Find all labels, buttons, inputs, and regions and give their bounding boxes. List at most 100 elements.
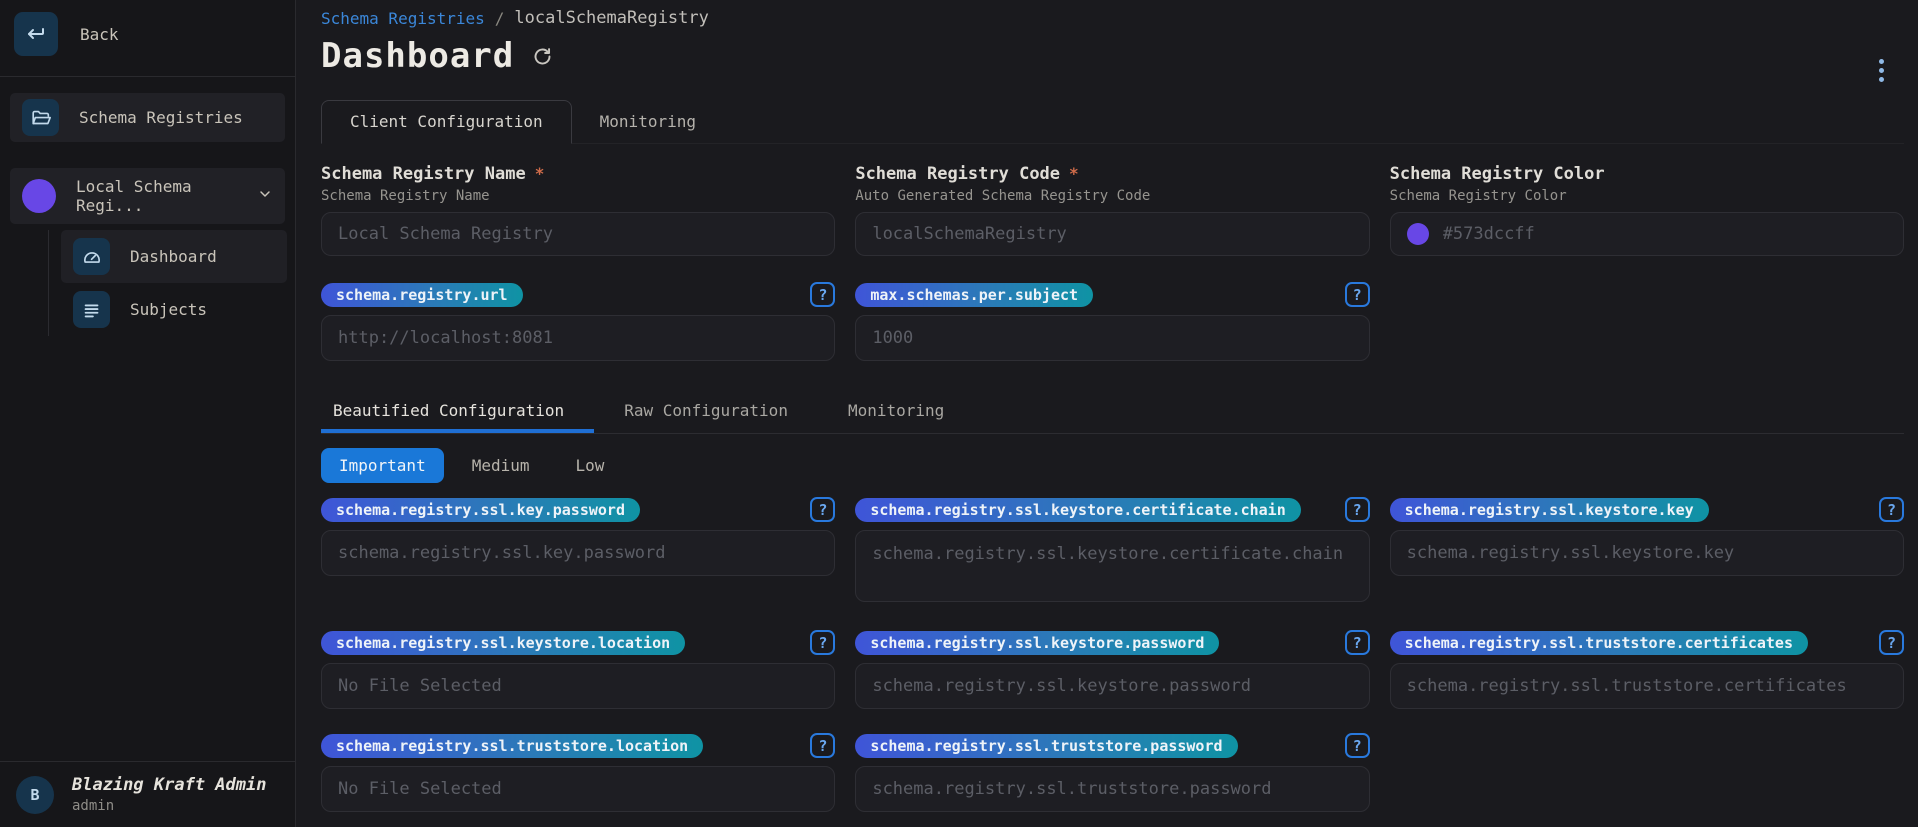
field-label: Schema Registry Name <box>321 164 526 184</box>
ssl-keystore-password-input[interactable] <box>872 676 1353 696</box>
help-icon[interactable]: ? <box>1344 497 1370 522</box>
sidebar-item-subjects[interactable]: Subjects <box>61 283 287 336</box>
importance-filter: Important Medium Low <box>321 448 1904 483</box>
required-marker: * <box>1069 164 1079 183</box>
registry-avatar <box>22 179 56 213</box>
breadcrumb-current: localSchemaRegistry <box>514 8 709 28</box>
help-icon[interactable]: ? <box>1344 733 1370 758</box>
color-swatch <box>1406 223 1429 245</box>
config-field-ssl-keystore-password: schema.registry.ssl.keystore.password ? <box>855 630 1370 709</box>
field-registry-code: Schema Registry Code * Auto Generated Sch… <box>855 164 1370 256</box>
config-field-ssl-truststore-location: schema.registry.ssl.truststore.location … <box>321 733 836 812</box>
config-field-ssl-truststore-password: schema.registry.ssl.truststore.password … <box>855 733 1370 812</box>
main-tabs: Client Configuration Monitoring <box>321 100 1904 144</box>
pill-medium[interactable]: Medium <box>454 448 548 483</box>
config-key-badge: schema.registry.ssl.keystore.password <box>855 630 1220 655</box>
user-avatar: B <box>16 775 54 814</box>
title-row: Dashboard <box>321 36 1904 76</box>
help-icon[interactable]: ? <box>1344 282 1370 307</box>
max-schemas-input[interactable] <box>872 328 1353 348</box>
subjects-list-icon <box>73 291 110 328</box>
field-label: Schema Registry Color <box>1389 164 1605 184</box>
config-key-badge: schema.registry.ssl.truststore.certifica… <box>1389 630 1808 655</box>
config-field-ssl-keystore-certificate-chain: schema.registry.ssl.keystore.certificate… <box>855 497 1370 606</box>
sidebar: Back Schema Registries Local Schema Regi… <box>0 0 296 827</box>
sidebar-divider-top <box>0 76 295 77</box>
config-field-max-schemas: max.schemas.per.subject ? <box>855 282 1370 361</box>
registry-code-input[interactable] <box>872 224 1353 244</box>
ssl-truststore-certificates-input[interactable] <box>1406 676 1887 696</box>
required-marker: * <box>534 164 545 183</box>
configuration-tabs: Beautified Configuration Raw Configurati… <box>321 391 1904 434</box>
sidebar-registry-selector[interactable]: Local Schema Regi... <box>10 168 285 224</box>
tab-client-configuration[interactable]: Client Configuration <box>321 100 572 144</box>
user-name: Blazing Kraft Admin <box>72 775 267 795</box>
subtab-monitoring[interactable]: Monitoring <box>818 391 974 433</box>
folder-icon <box>22 99 59 136</box>
app-window: Back Schema Registries Local Schema Regi… <box>0 0 1918 827</box>
registry-color-picker[interactable] <box>1389 212 1904 256</box>
back-label: Back <box>80 24 119 44</box>
config-field-ssl-keystore-location: schema.registry.ssl.keystore.location ? <box>321 630 836 709</box>
help-icon[interactable]: ? <box>810 630 836 655</box>
schema-registry-url-input[interactable] <box>338 328 819 348</box>
registry-color-input[interactable] <box>1442 224 1887 244</box>
back-button[interactable]: Back <box>14 12 281 56</box>
user-role: admin <box>72 798 115 814</box>
subtab-beautified-configuration[interactable]: Beautified Configuration <box>321 391 594 433</box>
sidebar-item-schema-registries[interactable]: Schema Registries <box>10 93 285 142</box>
ssl-keystore-location-file-input[interactable] <box>338 676 819 696</box>
config-field-ssl-key-password: schema.registry.ssl.key.password ? <box>321 497 836 606</box>
chevron-down-icon <box>257 186 273 206</box>
config-key-badge: schema.registry.ssl.truststore.location <box>321 733 704 758</box>
sidebar-item-label: Subjects <box>130 300 208 319</box>
config-field-ssl-truststore-certificates: schema.registry.ssl.truststore.certifica… <box>1389 630 1904 709</box>
refresh-icon[interactable] <box>532 46 553 67</box>
field-registry-color: Schema Registry Color Schema Registry Co… <box>1389 164 1904 256</box>
config-key-badge: schema.registry.ssl.truststore.password <box>855 733 1238 758</box>
dashboard-gauge-icon <box>73 238 110 275</box>
ssl-config-grid: schema.registry.ssl.key.password ? schem… <box>321 497 1904 812</box>
sidebar-item-label: Dashboard <box>130 247 217 266</box>
breadcrumb-link[interactable]: Schema Registries <box>321 9 485 28</box>
breadcrumb: Schema Registries / localSchemaRegistry <box>321 8 1904 28</box>
ssl-truststore-location-file-input[interactable] <box>338 779 819 799</box>
tab-monitoring[interactable]: Monitoring <box>572 101 724 143</box>
ssl-truststore-password-input[interactable] <box>872 779 1353 799</box>
page-title: Dashboard <box>321 36 515 76</box>
help-icon[interactable]: ? <box>810 733 836 758</box>
config-key-badge: schema.registry.url <box>321 282 523 307</box>
config-key-badge: schema.registry.ssl.keystore.location <box>321 630 686 655</box>
registry-name: Local Schema Regi... <box>76 177 192 215</box>
sidebar-item-dashboard[interactable]: Dashboard <box>61 230 287 283</box>
config-key-badge: schema.registry.ssl.keystore.certificate… <box>855 497 1301 522</box>
pill-low[interactable]: Low <box>558 448 623 483</box>
config-field-schema-registry-url: schema.registry.url ? <box>321 282 836 361</box>
common-config: schema.registry.url ? max.schemas.per.su… <box>321 282 1904 361</box>
field-helper: Auto Generated Schema Registry Code <box>855 188 1151 204</box>
help-icon[interactable]: ? <box>1878 497 1904 522</box>
ssl-keystore-certificate-chain-input[interactable] <box>855 530 1370 602</box>
subtab-raw-configuration[interactable]: Raw Configuration <box>594 391 818 433</box>
ssl-key-password-input[interactable] <box>338 543 819 563</box>
help-icon[interactable]: ? <box>1878 630 1904 655</box>
back-arrow-icon <box>14 12 58 56</box>
kebab-menu-icon[interactable] <box>1875 55 1888 86</box>
config-key-badge: schema.registry.ssl.keystore.key <box>1389 497 1709 522</box>
help-icon[interactable]: ? <box>1344 630 1370 655</box>
field-label: Schema Registry Code <box>855 164 1061 184</box>
breadcrumb-separator: / <box>494 8 505 28</box>
ssl-keystore-key-input[interactable] <box>1406 543 1887 563</box>
registry-fields: Schema Registry Name * Schema Registry Na… <box>321 164 1904 256</box>
help-icon[interactable]: ? <box>810 282 836 307</box>
pill-important[interactable]: Important <box>321 448 444 483</box>
field-registry-name: Schema Registry Name * Schema Registry Na… <box>321 164 836 256</box>
help-icon[interactable]: ? <box>810 497 836 522</box>
field-helper: Schema Registry Color <box>1389 188 1567 204</box>
config-field-ssl-keystore-key: schema.registry.ssl.keystore.key ? <box>1389 497 1904 606</box>
field-helper: Schema Registry Name <box>321 188 490 204</box>
user-profile[interactable]: B Blazing Kraft Admin admin <box>0 762 295 827</box>
registry-name-input[interactable] <box>338 224 819 244</box>
config-key-badge: schema.registry.ssl.key.password <box>321 497 640 522</box>
